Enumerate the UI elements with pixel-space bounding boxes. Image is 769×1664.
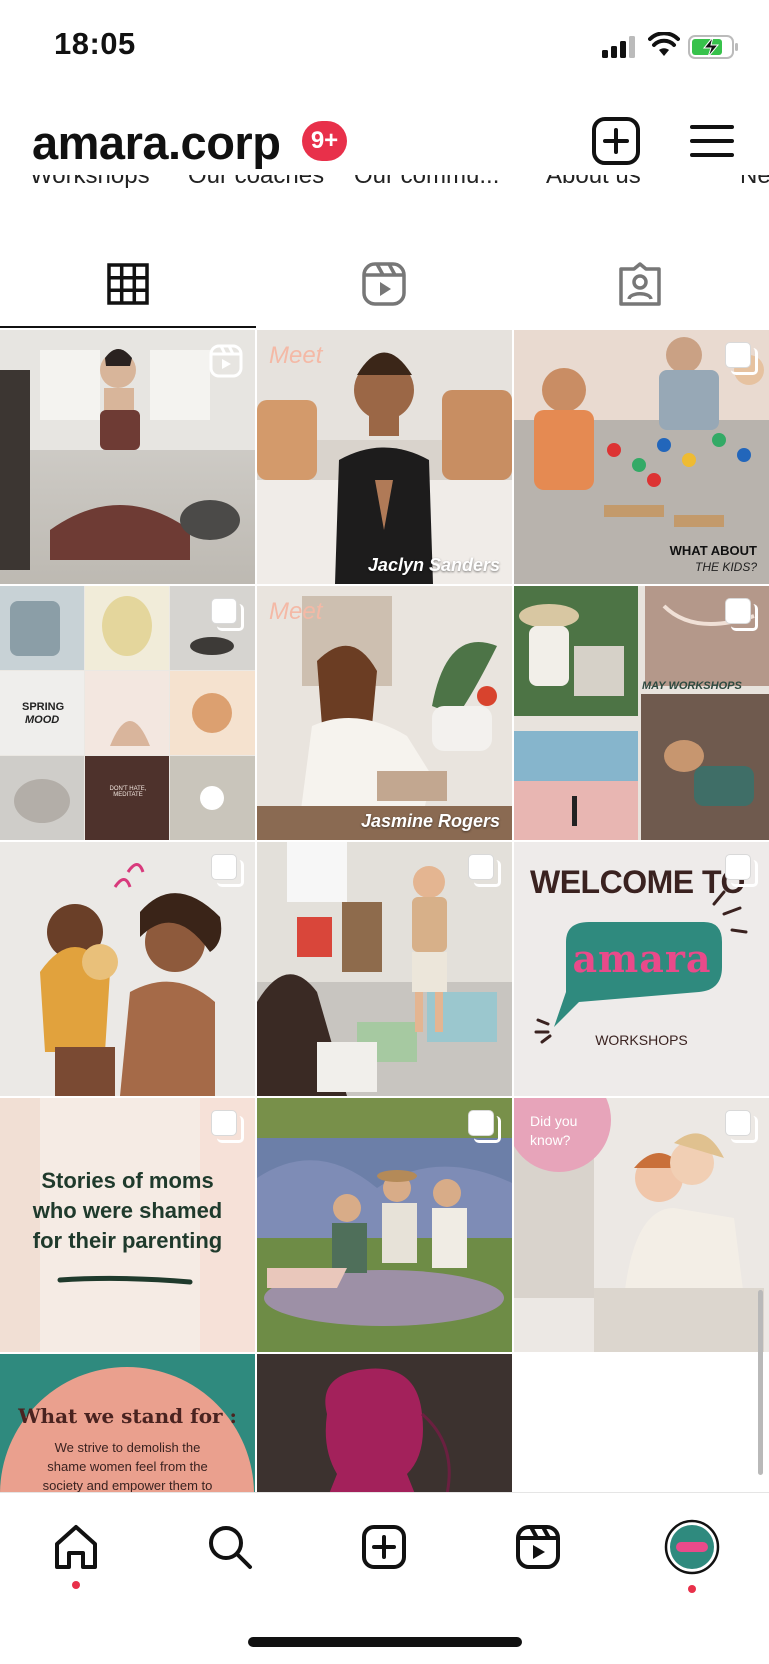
nav-profile-button[interactable] [660,1515,724,1579]
highlight-label[interactable]: Our commu... [354,175,499,190]
multi-post-icon [211,598,244,631]
post-caption-name: Jasmine Rogers [360,811,500,831]
multi-post-icon [725,342,758,375]
post-caption-sub: THE KIDS? [694,560,757,574]
post-thumbnail[interactable]: Stories of moms who were shamed for thei… [0,1098,255,1352]
battery-charging-icon [688,35,738,59]
profile-tabs [0,240,769,328]
amara-logo-text: amara [572,936,712,981]
create-post-button[interactable] [590,115,642,167]
post-caption-meet: Meet [269,598,323,625]
hamburger-menu-icon [690,125,734,157]
post-caption-meditate: DON'T HATE, MEDITATE [109,786,147,798]
status-time: 18:05 [54,26,136,61]
home-icon [55,1525,97,1569]
profile-notification-dot [688,1585,696,1593]
tab-grid[interactable] [0,240,256,328]
post-caption-workshops: WORKSHOPS [595,1032,688,1048]
reels-icon [362,262,406,306]
grid-icon [107,263,149,305]
post-thumbnail[interactable]: What we stand for : We strive to demolis… [0,1354,255,1492]
tab-reels[interactable] [256,240,512,328]
post-caption-stories: Stories of moms who were shamed for thei… [32,1168,223,1253]
post-caption-name: Jaclyn Sanders [367,555,500,575]
posts-grid: Meet Jaclyn Sanders WHAT ABOUT THE KIDS? [0,330,769,1492]
story-highlights-row[interactable]: Workshops Our coaches Our commu... About… [0,175,769,205]
profile-header: amara.corp 9+ [0,105,769,175]
scroll-indicator[interactable] [758,1290,763,1475]
post-caption-stand-for: What we stand for : [18,1404,237,1428]
signal-icon [602,36,635,58]
multi-post-icon [725,1110,758,1143]
home-notification-dot [72,1581,80,1589]
reel-icon [209,344,243,378]
menu-button[interactable] [686,115,738,167]
nav-search-button[interactable] [198,1515,262,1579]
highlight-label[interactable]: Our coaches [188,175,324,190]
post-thumbnail[interactable]: SPRING MOOD DON'T HATE, MEDITATE [0,586,255,840]
status-bar: 18:05 [0,0,769,95]
plus-square-icon [362,1525,406,1569]
post-caption-stand-text: We strive to demolish the shame women fe… [42,1440,213,1492]
post-thumbnail[interactable] [0,330,255,584]
nav-reels-button[interactable] [506,1515,570,1579]
post-thumbnail[interactable]: Did you know? [514,1098,769,1352]
post-caption-did-you-know: Did you know? [530,1113,578,1148]
post-caption-meet: Meet [269,342,323,369]
post-caption-spring: SPRING [22,701,65,713]
multi-post-icon [211,854,244,887]
post-thumbnail[interactable]: WELCOME TO amara WORKSHOPS [514,842,769,1096]
highlight-label[interactable]: About us [546,175,641,190]
woman-silhouette-image [325,1368,451,1492]
multi-post-icon [211,1110,244,1143]
home-indicator[interactable] [248,1637,522,1647]
post-thumbnail[interactable] [257,1098,512,1352]
notification-badge[interactable]: 9+ [302,121,347,161]
highlight-label[interactable]: Ne [740,175,769,190]
tab-tagged[interactable] [512,240,768,328]
post-thumbnail[interactable]: Meet Jaclyn Sanders [257,330,512,584]
nav-home-button[interactable] [44,1515,108,1579]
profile-avatar [664,1519,720,1575]
nav-create-button[interactable] [352,1515,416,1579]
post-caption-mood: MOOD [25,714,60,726]
profile-username[interactable]: amara.corp [32,115,281,170]
post-thumbnail[interactable]: Meet Jasmine Rogers [257,586,512,840]
post-caption-title: WHAT ABOUT [669,543,757,558]
multi-post-icon [725,854,758,887]
multi-post-icon [468,1110,501,1143]
post-thumbnail[interactable] [257,842,512,1096]
multi-post-icon [725,598,758,631]
post-thumbnail[interactable]: WHAT ABOUT THE KIDS? [514,330,769,584]
wifi-icon [648,32,680,56]
highlight-label[interactable]: Workshops [30,175,150,190]
multi-post-icon [468,854,501,887]
post-thumbnail[interactable]: MAY WORKSHOPS [514,586,769,840]
active-tab-indicator [0,326,256,328]
post-thumbnail[interactable] [0,842,255,1096]
search-icon [209,1526,252,1569]
plus-square-icon [592,117,640,165]
post-caption-label: MAY WORKSHOPS [642,680,742,692]
reels-icon [516,1525,560,1569]
bottom-navigation [0,1492,769,1632]
post-thumbnail[interactable] [257,1354,512,1492]
tagged-icon [619,262,661,306]
